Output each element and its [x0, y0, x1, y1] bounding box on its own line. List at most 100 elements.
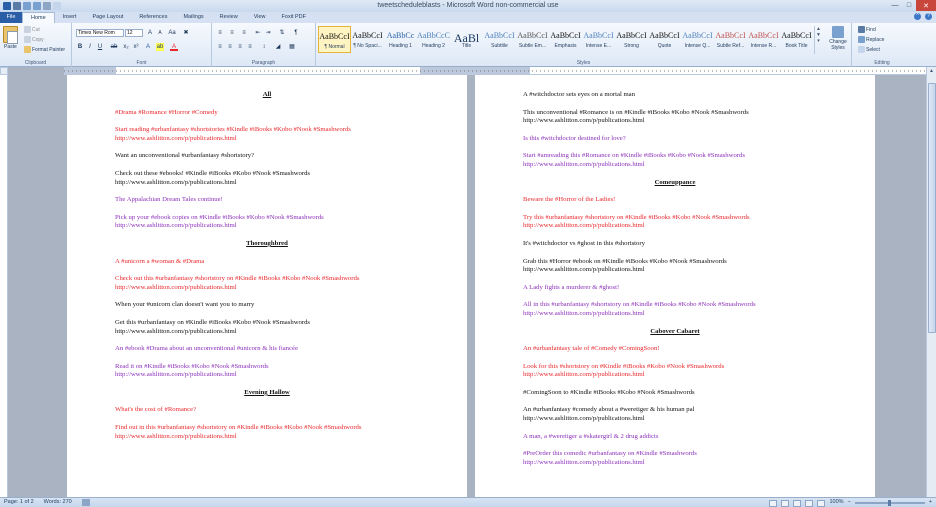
style-option[interactable]: AaBbCcC Heading 2 — [417, 26, 450, 53]
highlight-icon[interactable]: ab — [156, 43, 164, 51]
tab-references[interactable]: References — [131, 12, 175, 23]
align-right-icon[interactable]: ≡ — [236, 43, 244, 51]
decrease-indent-icon[interactable]: ⇤ — [254, 29, 262, 37]
style-option[interactable]: AaBl Title — [450, 26, 483, 53]
zoom-level[interactable]: 100% — [829, 498, 843, 507]
print-layout-view-icon[interactable] — [769, 499, 778, 507]
tab-view[interactable]: View — [246, 12, 274, 23]
style-name: Subtitle — [491, 43, 508, 49]
underline-icon[interactable]: U — [96, 43, 104, 51]
zoom-slider[interactable] — [854, 499, 925, 506]
zoom-in-icon[interactable]: + — [929, 498, 932, 507]
horizontal-ruler[interactable] — [64, 67, 926, 75]
style-option[interactable]: AaBbCcI Subtle Ref... — [714, 26, 747, 53]
vertical-ruler[interactable] — [0, 75, 8, 497]
shading-icon[interactable]: ◢ — [274, 43, 282, 51]
paste-button[interactable]: Paste — [4, 44, 17, 50]
shrink-font-icon[interactable]: A — [156, 29, 164, 37]
style-option[interactable]: AaBbCcI Strong — [615, 26, 648, 53]
style-option[interactable]: AaBbCcI ¶ No Spaci... — [351, 26, 384, 53]
paragraph-line: A #witchdoctor sets eyes on a mortal man — [523, 91, 635, 98]
page-2[interactable]: A #witchdoctor sets eyes on a mortal man… — [475, 75, 875, 497]
style-option[interactable]: AaBbCcI Book Title — [780, 26, 813, 53]
outline-view-icon[interactable] — [805, 499, 814, 507]
page-1[interactable]: All #Drama #Romance #Horror #Comedy Start … — [67, 75, 467, 497]
grow-font-icon[interactable]: A — [146, 29, 154, 37]
increase-indent-icon[interactable]: ⇥ — [264, 29, 272, 37]
paragraph-line: Find out in this #urbanfantasy #shortsto… — [115, 424, 362, 432]
multilevel-list-icon[interactable]: ≡ — [240, 29, 248, 37]
vertical-scrollbar[interactable]: ▲ — [926, 67, 936, 497]
proofing-icon[interactable] — [81, 499, 90, 506]
justify-icon[interactable]: ≡ — [246, 43, 254, 51]
tab-insert[interactable]: Insert — [55, 12, 85, 23]
page-1-content[interactable]: All #Drama #Romance #Horror #Comedy Start … — [115, 91, 419, 450]
tab-page-layout[interactable]: Page Layout — [84, 12, 131, 23]
paragraph: Want an unconventional #urbanfantasy #sh… — [115, 152, 419, 161]
tab-mailings[interactable]: Mailings — [175, 12, 211, 23]
style-option[interactable]: AaBbCcI Subtitle — [483, 26, 516, 53]
numbering-icon[interactable]: ≡ — [228, 29, 236, 37]
style-name: Heading 2 — [422, 43, 445, 49]
window-controls: — □ ✕ — [888, 0, 936, 11]
minimize-icon[interactable]: — — [888, 0, 902, 11]
replace-button[interactable]: Replace — [858, 36, 884, 43]
style-option[interactable]: AaBbCcI Emphasis — [549, 26, 582, 53]
word-count[interactable]: Words: 270 — [44, 498, 72, 507]
maximize-icon[interactable]: □ — [902, 0, 916, 11]
style-option[interactable]: AaBbCcI Intense R... — [747, 26, 780, 53]
change-case-icon[interactable]: Aa — [168, 29, 176, 37]
italic-icon[interactable]: I — [86, 43, 94, 51]
tab-foxit-pdf[interactable]: Foxit PDF — [274, 12, 314, 23]
paragraph: #PreOrder this comedic #urbanfantasy on … — [523, 450, 827, 467]
strikethrough-icon[interactable]: ab — [110, 43, 118, 51]
show-formatting-icon[interactable]: ¶ — [292, 29, 300, 37]
zoom-out-icon[interactable]: − — [848, 498, 851, 507]
find-button[interactable]: Find — [858, 26, 876, 33]
styles-scroll[interactable]: ▲ ▼ ▾ — [814, 26, 822, 54]
full-screen-view-icon[interactable] — [781, 499, 790, 507]
font-size-input[interactable]: 12 — [125, 29, 143, 37]
draft-view-icon[interactable] — [817, 499, 826, 507]
line-spacing-icon[interactable]: ↕ — [260, 43, 268, 51]
format-painter-button[interactable]: Format Painter — [24, 46, 65, 53]
subscript-icon[interactable]: x₂ — [122, 43, 130, 51]
page-count[interactable]: Page: 1 of 2 — [4, 498, 34, 507]
align-center-icon[interactable]: ≡ — [226, 43, 234, 51]
borders-icon[interactable]: ▦ — [288, 43, 296, 51]
scroll-up-icon[interactable]: ▲ — [927, 67, 936, 76]
paragraph-line: A Lady fights a murderer & #ghost! — [523, 283, 620, 291]
style-option[interactable]: AaBbCcI Quote — [648, 26, 681, 53]
tab-review[interactable]: Review — [212, 12, 246, 23]
ruler-toggle-icon[interactable] — [0, 67, 8, 75]
align-left-icon[interactable]: ≡ — [216, 43, 224, 51]
close-icon[interactable]: ✕ — [916, 0, 936, 11]
font-name-input[interactable]: Times New Rom — [76, 29, 124, 37]
change-styles-button[interactable]: Change Styles — [825, 26, 851, 51]
clear-formatting-icon[interactable]: ✖ — [182, 29, 190, 37]
web-layout-view-icon[interactable] — [793, 499, 802, 507]
text-effects-icon[interactable]: A — [144, 43, 152, 51]
style-option[interactable]: AaBbCc Heading 1 — [384, 26, 417, 53]
tab-home[interactable]: Home — [22, 12, 55, 23]
paste-icon[interactable] — [3, 26, 18, 44]
style-option[interactable]: AaBbCcI Subtle Em... — [516, 26, 549, 53]
copy-button[interactable]: Copy — [24, 36, 44, 43]
font-group-label: Font — [136, 60, 147, 66]
minimize-ribbon-icon[interactable]: ^ — [914, 13, 921, 20]
tab-file[interactable]: File — [0, 12, 22, 23]
style-option[interactable]: AaBbCcI Intense Q... — [681, 26, 714, 53]
font-color-icon[interactable]: A — [170, 43, 178, 51]
scrollbar-thumb[interactable] — [928, 83, 936, 333]
paragraph: A man, a #weretiger a #skatergirl & 2 dr… — [523, 433, 827, 442]
bold-icon[interactable]: B — [76, 43, 84, 51]
sort-icon[interactable]: ⇅ — [278, 29, 286, 37]
select-button[interactable]: Select — [858, 46, 880, 53]
cut-button[interactable]: Cut — [24, 26, 40, 33]
page-2-content[interactable]: A #witchdoctor sets eyes on a mortal man… — [523, 91, 827, 476]
style-option[interactable]: AaBbCcI ¶ Normal — [318, 26, 351, 53]
style-option[interactable]: AaBbCcI Intense E... — [582, 26, 615, 53]
superscript-icon[interactable]: x² — [132, 43, 140, 51]
help-icon[interactable]: ? — [925, 13, 932, 20]
bullets-icon[interactable]: ≡ — [216, 29, 224, 37]
